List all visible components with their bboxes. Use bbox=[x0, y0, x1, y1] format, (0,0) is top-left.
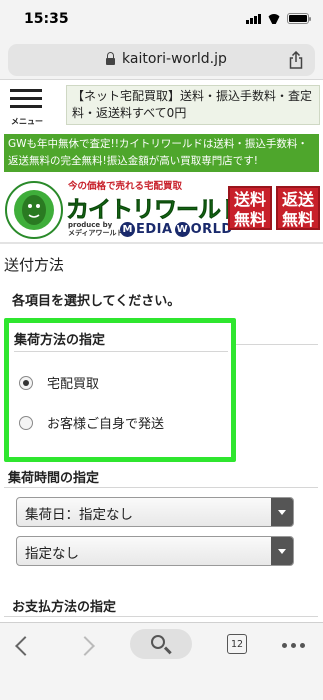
search-button[interactable] bbox=[130, 629, 192, 659]
radio-label: 宅配買取 bbox=[47, 377, 100, 392]
browser-toolbar: 12 bbox=[0, 622, 323, 700]
forward-arrow-icon[interactable] bbox=[75, 636, 95, 656]
search-icon bbox=[151, 635, 165, 649]
radio-option-home-pickup[interactable]: 宅配買取 bbox=[19, 373, 99, 392]
media-world-logo: M EDIA W ORLD bbox=[120, 222, 233, 237]
divider bbox=[4, 487, 318, 488]
hamburger-icon bbox=[10, 89, 42, 113]
pickup-date-select[interactable]: 集荷日：指定なし bbox=[16, 497, 294, 527]
brand-name: カイトリワールド bbox=[66, 197, 244, 224]
select-instruction: 各項目を選択してください。 bbox=[12, 294, 181, 309]
notice-banner[interactable]: GWも年中無休で査定!!カイトリワールドは送料・振込手数料・返送無料の完全無料!… bbox=[4, 134, 319, 172]
divider bbox=[14, 351, 228, 352]
collection-time-title: 集荷時間の指定 bbox=[8, 471, 100, 486]
payment-method-title: お支払方法の指定 bbox=[12, 600, 117, 615]
radio-label: お客様ご自身で発送 bbox=[47, 417, 165, 432]
dropdown-arrow-icon bbox=[271, 498, 293, 526]
pickup-time-select[interactable]: 指定なし bbox=[16, 536, 294, 566]
status-time: 15:35 bbox=[24, 11, 69, 27]
produce-by: produce by メディアワールド bbox=[68, 221, 124, 237]
wifi-icon bbox=[267, 14, 281, 24]
radio-button-checked[interactable] bbox=[19, 375, 33, 390]
collection-method-title: 集荷方法の指定 bbox=[14, 333, 106, 348]
signal-icon bbox=[246, 13, 261, 24]
section-title: 送付方法 bbox=[4, 256, 65, 274]
status-bar: 15:35 bbox=[0, 0, 323, 40]
header-note: 【ネット宅配買取】送料・振込手数料・査定料・返送料すべて0円 bbox=[66, 85, 320, 125]
divider bbox=[4, 616, 318, 617]
potato-mascot-logo bbox=[5, 181, 63, 239]
menu-label: メニュー bbox=[11, 117, 43, 126]
browser-address-area: kaitori-world.jp bbox=[0, 40, 323, 80]
battery-icon bbox=[287, 13, 311, 24]
pickup-time-value: 指定なし bbox=[25, 546, 79, 562]
logo-banner[interactable]: 今の価格で売れる宅配買取 カイトリワールド produce by メディアワール… bbox=[0, 176, 323, 244]
collection-method-section: 集荷方法の指定 宅配買取 お客様ご自身で発送 bbox=[4, 318, 236, 462]
pickup-date-value: 集荷日：指定なし bbox=[25, 507, 133, 523]
menu-button[interactable]: メニュー bbox=[8, 87, 44, 127]
more-options-icon[interactable] bbox=[282, 643, 305, 648]
status-icons bbox=[246, 13, 311, 24]
back-arrow-icon[interactable] bbox=[15, 636, 35, 656]
address-bar[interactable]: kaitori-world.jp bbox=[8, 44, 315, 76]
lock-icon bbox=[106, 52, 115, 66]
url-text: kaitori-world.jp bbox=[122, 51, 227, 67]
radio-option-self-ship[interactable]: お客様ご自身で発送 bbox=[19, 413, 164, 432]
site-header: メニュー 【ネット宅配買取】送料・振込手数料・査定料・返送料すべて0円 bbox=[0, 81, 323, 131]
divider bbox=[236, 344, 318, 345]
free-shipping-badge: 送料 無料 bbox=[228, 186, 272, 230]
radio-button[interactable] bbox=[19, 415, 33, 430]
tabs-button[interactable]: 12 bbox=[227, 634, 247, 654]
share-icon[interactable] bbox=[289, 51, 303, 69]
free-return-badge: 返送 無料 bbox=[276, 186, 320, 230]
dropdown-arrow-icon bbox=[271, 537, 293, 565]
